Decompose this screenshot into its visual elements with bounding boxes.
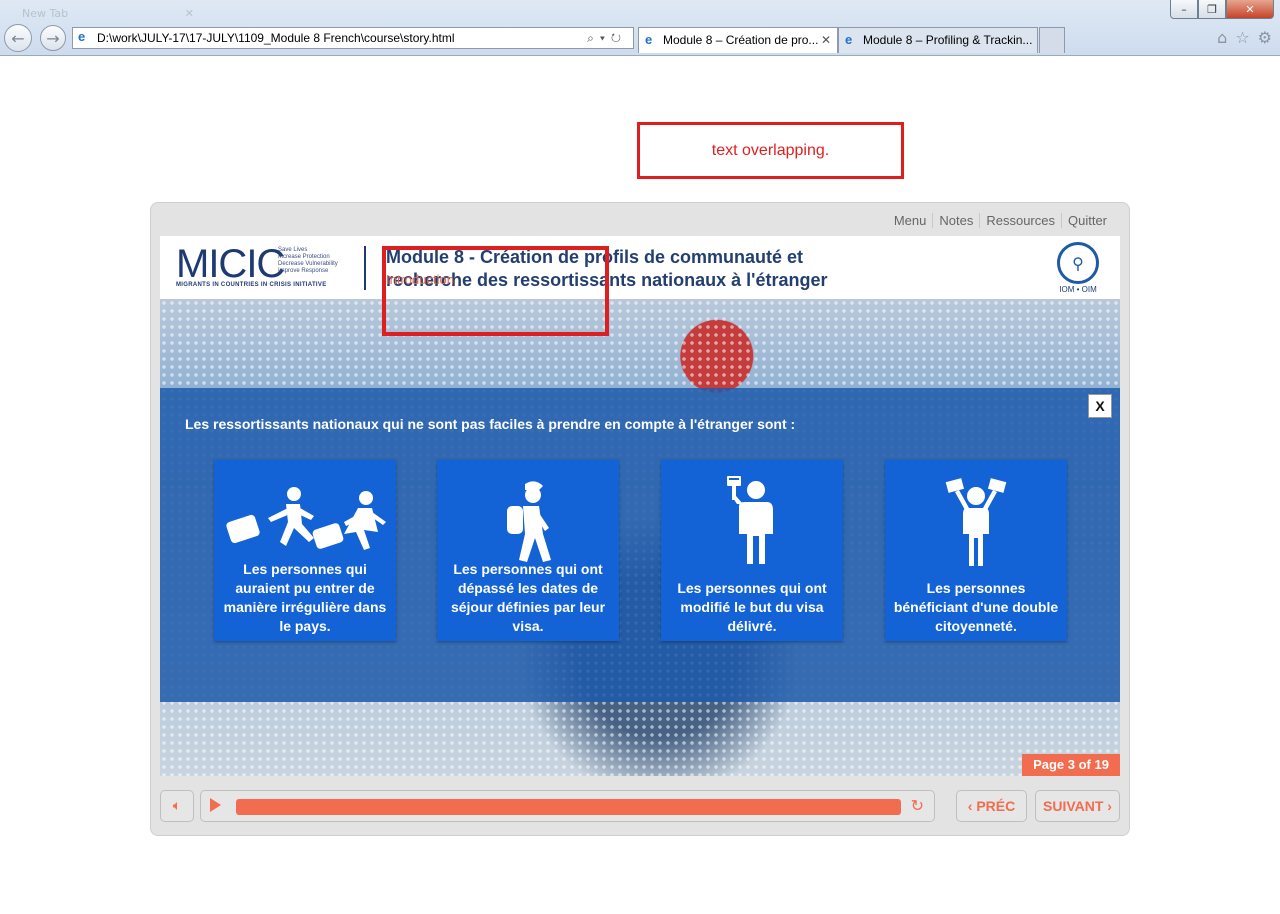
player-top-menu: Menu Notes Ressources Quitter bbox=[888, 213, 1113, 228]
maximize-button[interactable]: ❐ bbox=[1198, 0, 1226, 19]
iom-logo: ⚲ IOM • OIM bbox=[1050, 242, 1106, 298]
settings-gear-icon[interactable]: ⚙ bbox=[1258, 28, 1272, 47]
ghost-tab: New Tab ✕ bbox=[10, 4, 200, 24]
tagline: Increase Protection bbox=[278, 254, 330, 260]
close-popup-button[interactable]: X bbox=[1088, 394, 1112, 418]
tab-label: Module 8 – Création de pro... bbox=[663, 33, 819, 47]
search-icon[interactable]: ⌕ bbox=[587, 31, 600, 45]
tagline: Save Lives bbox=[278, 247, 308, 253]
iom-label: IOM • OIM bbox=[1059, 285, 1097, 294]
person-with-two-flags-icon bbox=[945, 478, 1007, 566]
backpacker-icon bbox=[507, 481, 551, 562]
resources-link[interactable]: Ressources bbox=[979, 213, 1061, 228]
previous-button[interactable]: ‹ PRÉC bbox=[956, 790, 1027, 822]
card-dual-citizenship[interactable]: Les personnes bénéficiant d'une double c… bbox=[885, 460, 1067, 641]
tab-close-icon[interactable]: ✕ bbox=[821, 28, 831, 52]
tab-label: Module 8 – Profiling & Trackin... bbox=[863, 33, 1033, 47]
person-with-document-icon bbox=[727, 476, 773, 564]
tab-module8-english[interactable]: e Module 8 – Profiling & Trackin... bbox=[838, 27, 1038, 53]
back-button[interactable]: ← bbox=[4, 24, 32, 52]
card-label: Les personnes qui ont modifié le but du … bbox=[677, 580, 827, 634]
popup-lead-text: Les ressortissants nationaux qui ne sont… bbox=[185, 416, 796, 432]
card-label: Les personnes qui ont dépassé les dates … bbox=[450, 561, 606, 634]
micic-subtitle: MIGRANTS IN COUNTRIES IN CRISIS INITIATI… bbox=[176, 282, 327, 288]
card-irregular-entry[interactable]: Les personnes qui auraient pu entrer de … bbox=[214, 460, 396, 641]
page-indicator: Page 3 of 19 bbox=[1022, 754, 1120, 776]
notes-link[interactable]: Notes bbox=[932, 213, 979, 228]
micic-taglines: Save Lives Increase Protection Decrease … bbox=[278, 247, 338, 275]
seekbar: ↻ bbox=[200, 790, 935, 822]
ie-page-icon: e bbox=[78, 29, 86, 44]
previous-label: PRÉC bbox=[976, 798, 1016, 814]
back-arrow-icon: ← bbox=[11, 28, 25, 48]
card-changed-visa-purpose[interactable]: Les personnes qui ont modifié le but du … bbox=[661, 460, 843, 641]
play-icon[interactable] bbox=[210, 798, 221, 812]
next-button[interactable]: SUIVANT › bbox=[1035, 790, 1120, 822]
ie-tab-icon: e bbox=[645, 32, 653, 47]
slide: MICIC Save Lives Increase Protection Dec… bbox=[160, 236, 1120, 776]
forward-button[interactable]: → bbox=[40, 25, 66, 51]
window-controls: – ❐ ✕ bbox=[1170, 0, 1274, 19]
tagline: Improve Response bbox=[278, 268, 329, 274]
browser-toolbar-icons: ⌂ ☆ ⚙ bbox=[1217, 28, 1272, 47]
volume-button[interactable]: 🔈︎ bbox=[160, 790, 194, 822]
menu-link[interactable]: Menu bbox=[888, 213, 933, 228]
refresh-icon[interactable]: ↻ bbox=[611, 31, 627, 45]
running-with-luggage-icon bbox=[226, 487, 386, 550]
quit-link[interactable]: Quitter bbox=[1060, 213, 1113, 228]
address-text: D:\work\JULY-17\17-JULY\1109_Module 8 Fr… bbox=[97, 31, 455, 45]
header-divider bbox=[364, 246, 366, 290]
tagline: Decrease Vulnerability bbox=[278, 261, 338, 267]
address-tools: ⌕▾↻ bbox=[587, 28, 627, 48]
card-overstayed-visa[interactable]: Les personnes qui ont dépassé les dates … bbox=[437, 460, 619, 641]
ghost-tab-close-icon: ✕ bbox=[184, 7, 194, 20]
close-window-button[interactable]: ✕ bbox=[1226, 0, 1274, 19]
slide-header: MICIC Save Lives Increase Protection Dec… bbox=[160, 236, 1120, 299]
overlap-highlight bbox=[382, 246, 609, 336]
tab-module8-french[interactable]: e Module 8 – Création de pro... ✕ bbox=[638, 27, 838, 53]
micic-logo: MICIC bbox=[176, 242, 285, 286]
next-label: SUIVANT bbox=[1043, 798, 1104, 814]
browser-chrome: New Tab ✕ – ❐ ✕ ← → e D:\work\JULY-17\17-… bbox=[0, 0, 1280, 56]
forward-arrow-icon: → bbox=[46, 28, 60, 48]
favorites-star-icon[interactable]: ☆ bbox=[1235, 28, 1249, 47]
progress-track[interactable] bbox=[236, 799, 901, 815]
minimize-button[interactable]: – bbox=[1170, 0, 1198, 19]
card-label: Les personnes qui auraient pu entrer de … bbox=[223, 561, 387, 634]
iom-emblem-icon: ⚲ bbox=[1057, 242, 1099, 284]
review-annotation: text overlapping. bbox=[637, 122, 904, 179]
replay-icon[interactable]: ↻ bbox=[911, 796, 924, 815]
card-label: Les personnes bénéficiant d'une double c… bbox=[893, 580, 1059, 634]
home-icon[interactable]: ⌂ bbox=[1217, 28, 1227, 47]
speaker-icon: 🔈︎ bbox=[172, 798, 182, 814]
ie-tab-icon: e bbox=[845, 32, 853, 47]
new-tab-button[interactable] bbox=[1039, 27, 1065, 53]
ghost-tab-label: New Tab bbox=[22, 7, 69, 20]
address-bar[interactable]: e D:\work\JULY-17\17-JULY\1109_Module 8 … bbox=[72, 27, 634, 49]
dropdown-icon[interactable]: ▾ bbox=[600, 31, 611, 45]
